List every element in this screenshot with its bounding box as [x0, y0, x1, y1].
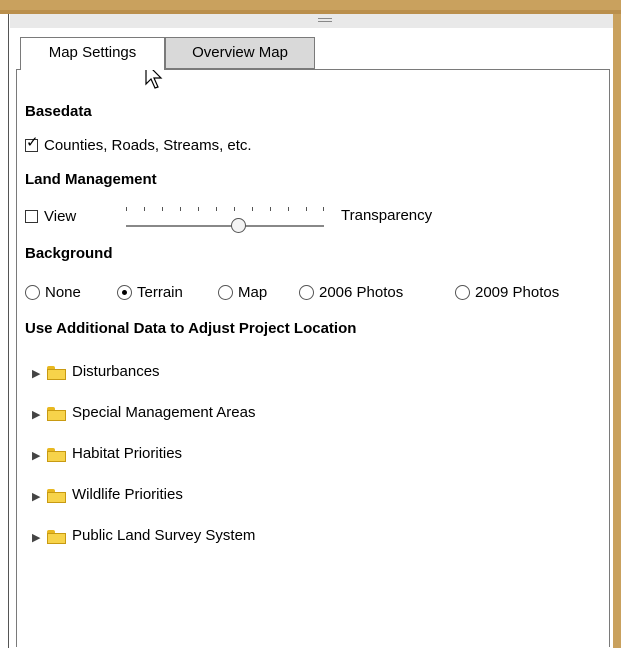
transparency-slider-track[interactable] [126, 225, 324, 227]
folder-icon [47, 530, 66, 544]
radio-map[interactable] [218, 285, 233, 300]
transparency-slider-ticks [126, 207, 324, 213]
radio-terrain[interactable] [117, 285, 132, 300]
folder-icon [47, 407, 66, 421]
radio-none-label: None [45, 284, 81, 301]
radio-2009-photos-label: 2009 Photos [475, 284, 560, 301]
additional-data-heading: Use Additional Data to Adjust Project Lo… [25, 320, 357, 337]
view-checkbox[interactable] [25, 210, 38, 223]
tree-item-label: Public Land Survey System [72, 527, 256, 544]
transparency-label: Transparency [341, 207, 433, 224]
basedata-checkbox[interactable]: ✓ [25, 135, 39, 152]
radio-terrain-label: Terrain [137, 284, 183, 301]
checkmark-icon: ✓ [26, 134, 39, 151]
radio-2006-photos[interactable] [299, 285, 314, 300]
basedata-checkbox-label: Counties, Roads, Streams, etc. [44, 137, 252, 154]
right-triangle-icon[interactable]: ▶ [32, 531, 40, 544]
right-triangle-icon[interactable]: ▶ [32, 449, 40, 462]
right-triangle-icon[interactable]: ▶ [32, 367, 40, 380]
transparency-slider-handle[interactable] [231, 218, 246, 233]
window-top-bar [0, 0, 621, 14]
tree-item-label: Habitat Priorities [72, 445, 183, 462]
basedata-heading: Basedata [25, 103, 92, 120]
background-heading: Background [25, 245, 113, 262]
tab-map-settings[interactable]: Map Settings [20, 37, 165, 70]
left-border [0, 14, 9, 648]
folder-icon [47, 448, 66, 462]
folder-icon [47, 489, 66, 503]
panel-splitter[interactable] [10, 14, 613, 28]
tree-item-label: Disturbances [72, 363, 160, 380]
land-management-heading: Land Management [25, 171, 157, 188]
radio-none[interactable] [25, 285, 40, 300]
radio-2006-photos-label: 2006 Photos [319, 284, 404, 301]
tree-item-label: Wildlife Priorities [72, 486, 183, 503]
view-label: View [44, 208, 77, 225]
radio-selected-dot [122, 290, 127, 295]
radio-2009-photos[interactable] [455, 285, 470, 300]
tree-item-label: Special Management Areas [72, 404, 256, 421]
right-triangle-icon[interactable]: ▶ [32, 490, 40, 503]
tab-overview-map[interactable]: Overview Map [165, 37, 315, 69]
map-settings-panel [16, 69, 610, 647]
right-border [613, 14, 621, 648]
folder-icon [47, 366, 66, 380]
radio-map-label: Map [238, 284, 268, 301]
right-triangle-icon[interactable]: ▶ [32, 408, 40, 421]
splitter-grip-icon[interactable] [318, 18, 332, 19]
